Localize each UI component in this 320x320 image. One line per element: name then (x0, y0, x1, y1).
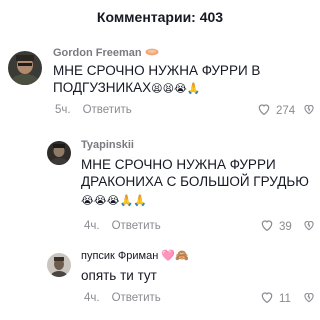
heart-outline-icon (256, 101, 272, 120)
avatar[interactable] (8, 51, 42, 85)
like-count: 39 (279, 220, 292, 233)
broken-heart-outline-icon (302, 291, 316, 308)
comment-username[interactable]: Tyapinskii (81, 139, 134, 151)
broken-heart-outline-icon (302, 219, 316, 236)
heart-outline-icon (259, 217, 275, 236)
reply-button[interactable]: Ответить (112, 220, 161, 232)
comment-text-line: ПОДГУЗНИКАХ😫😫😭🙏 (53, 80, 201, 95)
username-emojis: 🩷🙈 (161, 249, 189, 262)
comments-header: Комментарии: 403 (0, 0, 320, 34)
comment-emojis: 😫😫😭🙏 (151, 83, 201, 95)
comment-text-line: МНЕ СРОЧНО НУЖНА ФУРРИ (81, 157, 276, 172)
avatar[interactable] (47, 253, 71, 277)
comment-meta: 4ч. Ответить (84, 220, 161, 232)
comment-gordon-freeman: Gordon Freeman МНЕ СРОЧНО НУЖНА ФУРРИ В … (0, 0, 320, 320)
reply-button[interactable]: Ответить (83, 104, 132, 116)
broken-heart-outline-icon (302, 103, 316, 120)
badge-icon (145, 47, 159, 59)
comment-time: 5ч. (55, 104, 71, 116)
like-button[interactable]: 274 (256, 101, 295, 120)
avatar[interactable] (47, 141, 71, 165)
comment-emojis: 😭😭😭🙏🙏 (81, 195, 147, 207)
dislike-button[interactable] (302, 102, 316, 121)
reply-button[interactable]: Ответить (112, 292, 161, 304)
comment-meta: 5ч. Ответить (55, 104, 132, 116)
like-count: 274 (276, 104, 296, 117)
dislike-button[interactable] (302, 218, 316, 237)
comment-pupsik-friman: пупсик Фриман 🩷🙈 опять ти тут 4ч. Ответи… (0, 0, 320, 320)
comment-username[interactable]: Gordon Freeman (53, 47, 159, 59)
heart-outline-icon (259, 289, 275, 308)
like-button[interactable]: 39 (259, 217, 292, 236)
comment-time: 4ч. (84, 292, 100, 304)
like-count: 11 (279, 292, 291, 305)
comment-text-line: опять ти тут (81, 268, 157, 283)
comment-text-line: МНЕ СРОЧНО НУЖНА ФУРРИ В (53, 63, 261, 78)
like-button[interactable]: 11 (259, 289, 291, 308)
comment-tyapinskii: Tyapinskii МНЕ СРОЧНО НУЖНА ФУРРИ ДРАКОН… (0, 0, 320, 320)
comment-text-line: ДРАКОНИХА С БОЛЬШОЙ ГРУДЬЮ (81, 174, 309, 189)
dislike-button[interactable] (302, 290, 316, 309)
comment-time: 4ч. (84, 220, 100, 232)
comment-meta: 4ч. Ответить (84, 292, 161, 304)
comment-username[interactable]: пупсик Фриман 🩷🙈 (81, 250, 189, 262)
comments-count-title: Комментарии: 403 (96, 9, 224, 25)
